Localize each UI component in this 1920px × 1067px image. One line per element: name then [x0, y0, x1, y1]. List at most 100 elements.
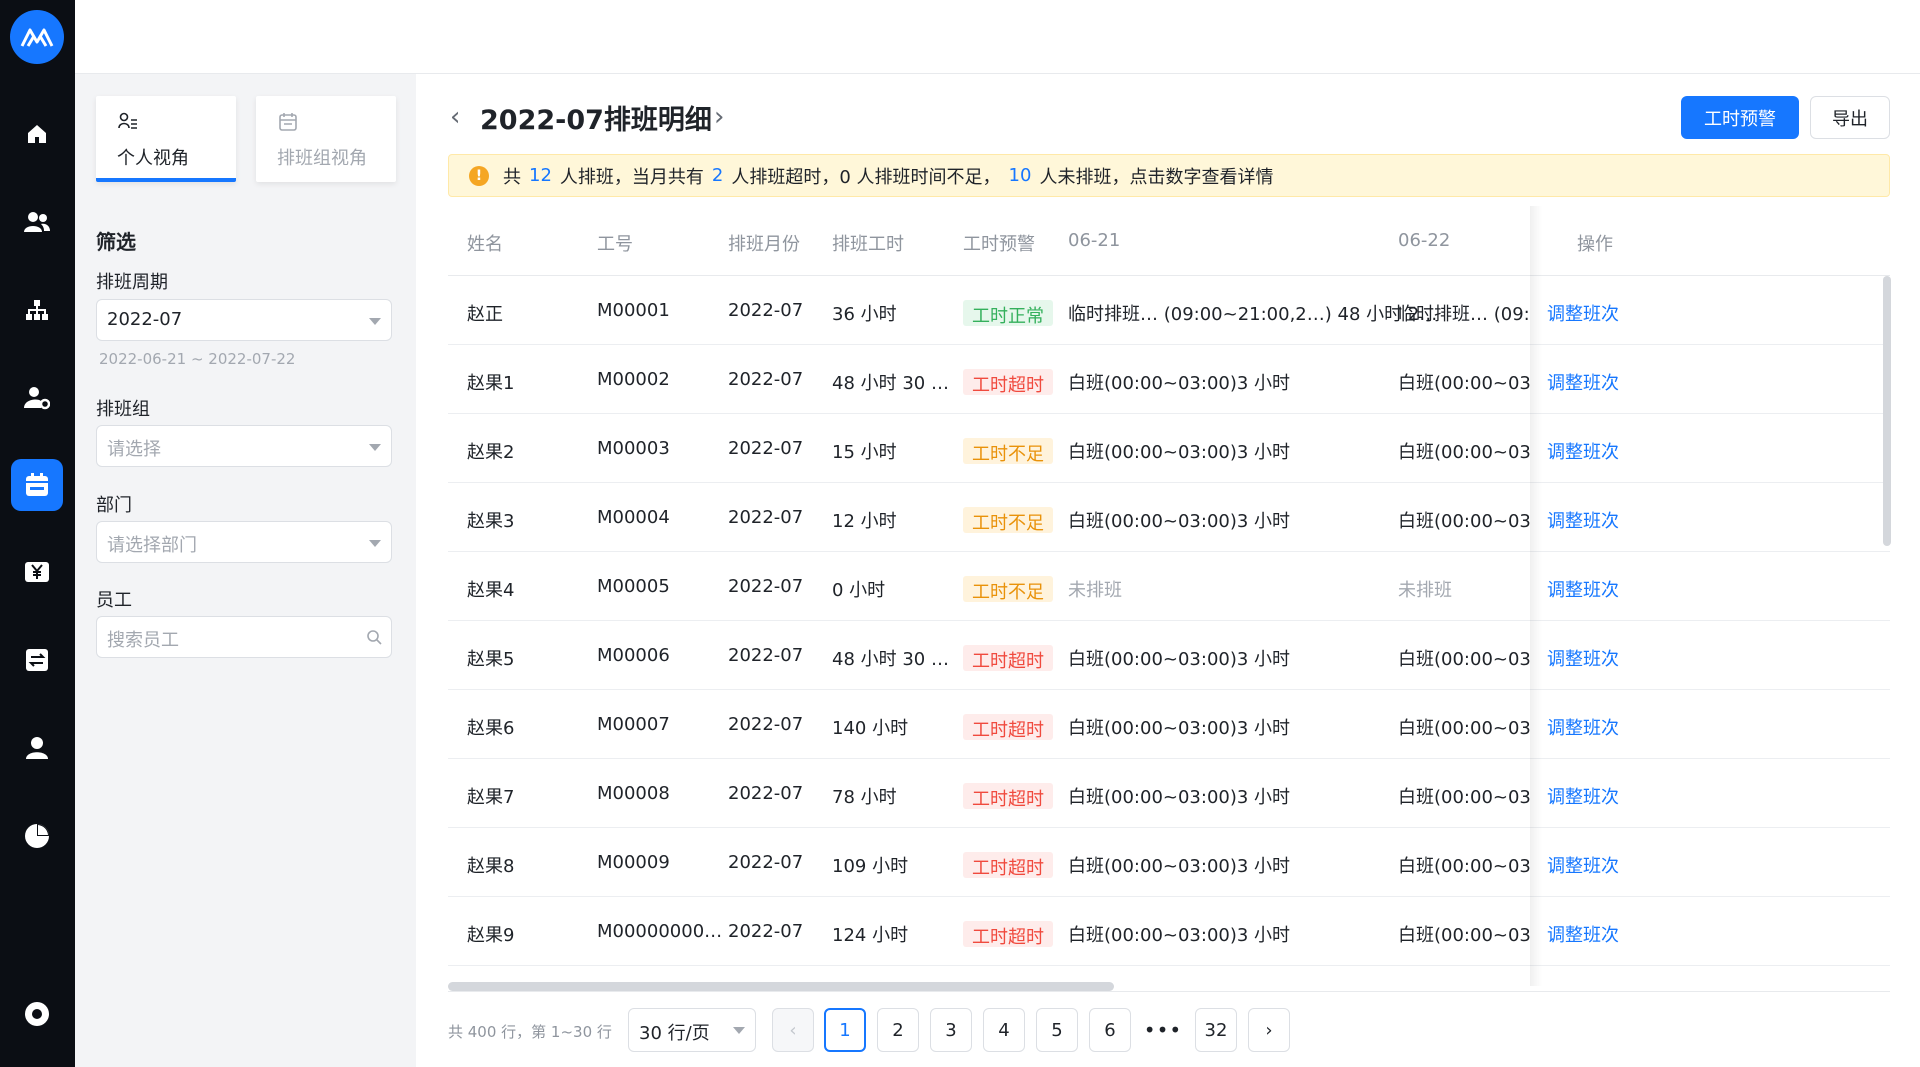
filter-panel: 个人视角 排班组视角 筛选 排班周期 2022-07 2022-06-21 ~ … — [75, 74, 416, 1067]
period-label: 排班周期 — [96, 272, 168, 293]
group-select[interactable]: 请选择 — [96, 425, 392, 467]
adjust-shift-link[interactable]: 调整班次 — [1547, 507, 1619, 533]
cell-hours: 140 小时 — [832, 718, 909, 739]
adjust-shift-link[interactable]: 调整班次 — [1547, 438, 1619, 464]
cell-hours: 124 小时 — [832, 925, 909, 946]
adjust-shift-link[interactable]: 调整班次 — [1547, 852, 1619, 878]
next-page-button[interactable]: › — [1248, 1008, 1290, 1052]
status-badge: 工时超时 — [963, 369, 1053, 396]
horizontal-scrollbar[interactable] — [448, 982, 1114, 991]
prev-month-button[interactable]: ‹ — [450, 102, 460, 132]
cell-day-0621: 白班(00:00~03:00)3 小时 — [1068, 718, 1291, 739]
adjust-shift-link[interactable]: 调整班次 — [1547, 576, 1619, 602]
table-row: 赵果8 M00009 2022-07 109 小时 白班(00:00~03:00)3 小… — [448, 828, 1890, 897]
status-badge: 工时超时 — [963, 921, 1053, 948]
table-row: 赵果1 M00002 2022-07 48 小时 30 … 白班(00:00~03:00… — [448, 345, 1890, 414]
page-size-value: 30 行/页 — [639, 1023, 710, 1044]
cell-day-0622: 临时排班… (09:00- — [1398, 304, 1530, 325]
column-header: 06-21 — [1068, 230, 1121, 251]
cell-day-0622: 白班(00:00~03:00) — [1398, 373, 1530, 394]
table-row: 赵果5 M00006 2022-07 48 小时 30 … 白班(00:00~03:00… — [448, 621, 1890, 690]
tab-group-view[interactable]: 排班组视角 — [256, 96, 396, 182]
cell-day-0622: 未排班 — [1398, 580, 1452, 601]
adjust-shift-link[interactable]: 调整班次 — [1547, 369, 1619, 395]
calendar-icon[interactable] — [11, 459, 63, 511]
swap-icon[interactable] — [11, 634, 63, 686]
period-select[interactable]: 2022-07 — [96, 299, 392, 341]
cell-name: 赵果7 — [467, 787, 515, 808]
pie-chart-icon[interactable] — [11, 810, 63, 862]
column-header: 排班月份 — [728, 234, 800, 255]
column-header: 工时预警 — [963, 234, 1035, 255]
group-label: 排班组 — [96, 399, 150, 420]
table-row: 赵果6 M00007 2022-07 140 小时 白班(00:00~03:00)3 小… — [448, 690, 1890, 759]
page-button[interactable]: 5 — [1036, 1008, 1078, 1052]
alert-text-2: 人排班，当月共有 — [559, 166, 704, 188]
tab-personal-view[interactable]: 个人视角 — [96, 96, 236, 182]
status-badge: 工时不足 — [963, 507, 1053, 534]
main-content: ‹ 2022-07排班明细 › 工时预警 导出 ! 共 12 人排班，当月共有 … — [416, 74, 1920, 1067]
cell-id: M00002 — [597, 369, 670, 390]
employee-placeholder: 搜索员工 — [107, 630, 179, 651]
home-icon[interactable] — [11, 108, 63, 160]
employee-search-input[interactable]: 搜索员工 — [96, 616, 392, 658]
column-header: 06-22 — [1398, 230, 1451, 251]
adjust-shift-link[interactable]: 调整班次 — [1547, 714, 1619, 740]
cell-name: 赵果6 — [467, 718, 515, 739]
cell-day-0622: 白班(00:00~03:00) — [1398, 925, 1530, 946]
cell-month: 2022-07 — [728, 783, 804, 804]
cell-name: 赵果5 — [467, 649, 515, 670]
alert-count-overtime[interactable]: 2 — [704, 165, 731, 186]
page-button[interactable]: 2 — [877, 1008, 919, 1052]
period-range: 2022-06-21 ~ 2022-07-22 — [99, 350, 296, 368]
page-button[interactable]: 3 — [930, 1008, 972, 1052]
cell-id: M00007 — [597, 714, 670, 735]
page-size-select[interactable]: 30 行/页 — [628, 1008, 756, 1052]
alert-count-scheduled[interactable]: 12 — [521, 165, 560, 186]
prev-page-button[interactable]: ‹ — [772, 1008, 814, 1052]
person-icon[interactable] — [11, 722, 63, 774]
yen-icon[interactable] — [11, 546, 63, 598]
dept-select[interactable]: 请选择部门 — [96, 521, 392, 563]
org-icon[interactable] — [11, 284, 63, 336]
page-button[interactable]: 6 — [1089, 1008, 1131, 1052]
cell-day-0621: 白班(00:00~03:00)3 小时 — [1068, 856, 1291, 877]
page-ellipsis[interactable]: ••• — [1142, 1008, 1184, 1052]
hours-warning-button[interactable]: 工时预警 — [1681, 96, 1799, 139]
cell-month: 2022-07 — [728, 300, 804, 321]
next-month-button[interactable]: › — [714, 102, 724, 132]
chevron-down-icon — [369, 444, 381, 451]
status-badge: 工时超时 — [963, 714, 1053, 741]
cell-month: 2022-07 — [728, 369, 804, 390]
page-button[interactable]: 4 — [983, 1008, 1025, 1052]
status-badge: 工时不足 — [963, 576, 1053, 603]
cell-hours: 36 小时 — [832, 304, 897, 325]
settings-icon[interactable] — [11, 988, 63, 1040]
chevron-down-icon — [369, 318, 381, 325]
cell-id: M00004 — [597, 507, 670, 528]
cell-id: M00009 — [597, 852, 670, 873]
adjust-shift-link[interactable]: 调整班次 — [1547, 921, 1619, 947]
page-button[interactable]: 1 — [824, 1008, 866, 1052]
tab-personal-label: 个人视角 — [117, 148, 189, 169]
cell-hours: 0 小时 — [832, 580, 886, 601]
vertical-scrollbar[interactable] — [1883, 276, 1891, 546]
cell-day-0622: 白班(00:00~03:00) — [1398, 511, 1530, 532]
export-button[interactable]: 导出 — [1810, 96, 1890, 139]
nav-rail — [0, 0, 75, 1067]
adjust-shift-link[interactable]: 调整班次 — [1547, 645, 1619, 671]
cell-month: 2022-07 — [728, 645, 804, 666]
cell-id: M00008 — [597, 783, 670, 804]
adjust-shift-link[interactable]: 调整班次 — [1547, 783, 1619, 809]
alert-count-unscheduled[interactable]: 10 — [1001, 165, 1040, 186]
user-settings-icon[interactable] — [11, 372, 63, 424]
cell-day-0621: 白班(00:00~03:00)3 小时 — [1068, 925, 1291, 946]
column-divider — [1530, 206, 1542, 986]
adjust-shift-link[interactable]: 调整班次 — [1547, 300, 1619, 326]
logo-icon[interactable] — [10, 10, 64, 64]
page-button[interactable]: 32 — [1195, 1008, 1237, 1052]
cell-id: M00001 — [597, 300, 670, 321]
users-icon[interactable] — [11, 196, 63, 248]
cell-month: 2022-07 — [728, 852, 804, 873]
cell-day-0621: 未排班 — [1068, 580, 1122, 601]
